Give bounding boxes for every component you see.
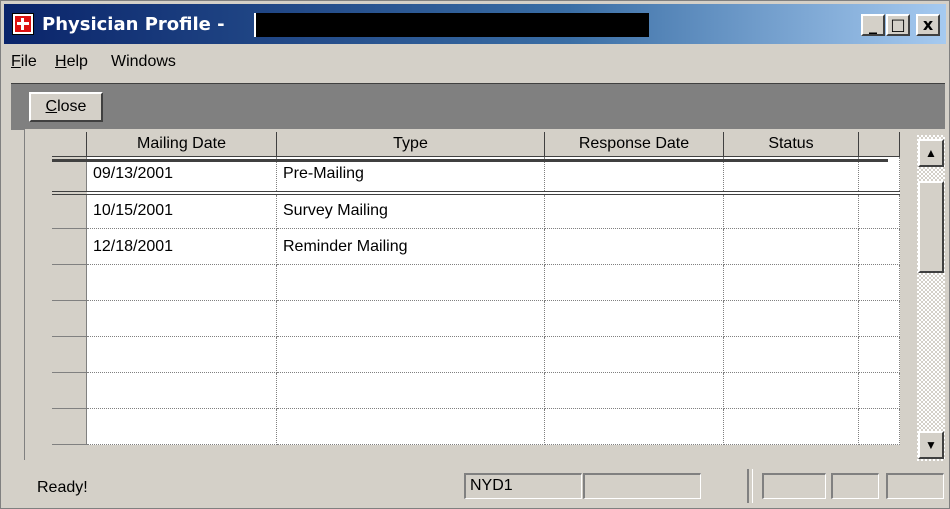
response-date-cell[interactable] xyxy=(544,336,724,373)
mailing-date-cell[interactable] xyxy=(86,336,277,373)
row-selector[interactable] xyxy=(52,300,87,337)
type-cell[interactable] xyxy=(276,372,545,409)
row-selector[interactable] xyxy=(52,192,87,229)
status-cell[interactable] xyxy=(723,408,859,445)
column-header-extra xyxy=(858,132,900,157)
status-panel-4 xyxy=(831,473,879,499)
scroll-up-arrow-icon[interactable]: ▲ xyxy=(918,139,944,167)
status-cell[interactable] xyxy=(723,300,859,337)
status-divider xyxy=(747,469,753,503)
type-cell[interactable] xyxy=(276,408,545,445)
scroll-down-arrow-icon[interactable]: ▼ xyxy=(918,431,944,459)
table-header-row: Mailing Date Type Response Date Status xyxy=(52,132,900,157)
row-selector[interactable] xyxy=(52,264,87,301)
status-panel-server: NYD1 xyxy=(464,473,582,499)
extra-cell xyxy=(858,192,900,229)
type-cell[interactable] xyxy=(276,264,545,301)
mailing-date-cell[interactable]: 10/15/2001 xyxy=(86,192,277,229)
extra-cell xyxy=(858,300,900,337)
table-row[interactable] xyxy=(52,264,900,301)
status-panel-2 xyxy=(583,473,701,499)
close-window-button[interactable]: x xyxy=(916,14,940,36)
response-date-cell[interactable] xyxy=(544,300,724,337)
minimize-button[interactable]: _ xyxy=(861,14,885,36)
menu-bar: File Help Windows xyxy=(4,45,946,81)
type-cell[interactable] xyxy=(276,336,545,373)
window-title: Physician Profile - xyxy=(42,14,225,35)
response-date-cell[interactable] xyxy=(544,408,724,445)
response-date-cell[interactable] xyxy=(544,192,724,229)
status-panel-5 xyxy=(886,473,944,499)
extra-cell xyxy=(858,336,900,373)
response-date-cell[interactable] xyxy=(544,372,724,409)
extra-cell xyxy=(858,228,900,265)
column-header-response-date[interactable]: Response Date xyxy=(544,132,724,157)
title-bar[interactable]: Physician Profile - _ □ x xyxy=(4,4,946,44)
mailing-grid: Mailing Date Type Response Date Status 0… xyxy=(24,129,946,460)
mailing-date-cell[interactable] xyxy=(86,408,277,445)
table-row[interactable] xyxy=(52,408,900,445)
app-window: Physician Profile - _ □ x File Help Wind… xyxy=(0,0,950,509)
column-header-mailing-date[interactable]: Mailing Date xyxy=(86,132,277,157)
type-cell[interactable] xyxy=(276,300,545,337)
status-panel-3 xyxy=(762,473,826,499)
type-cell[interactable]: Reminder Mailing xyxy=(276,228,545,265)
column-header-status[interactable]: Status xyxy=(723,132,859,157)
redacted-title-block xyxy=(254,13,649,37)
table-row[interactable]: 10/15/2001 Survey Mailing xyxy=(52,192,900,229)
row-selector-header[interactable] xyxy=(52,132,87,157)
type-cell[interactable]: Survey Mailing xyxy=(276,192,545,229)
extra-cell xyxy=(858,372,900,409)
table-row[interactable] xyxy=(52,336,900,373)
close-button[interactable]: Close xyxy=(29,92,103,122)
mailing-date-cell[interactable]: 12/18/2001 xyxy=(86,228,277,265)
status-cell[interactable] xyxy=(723,264,859,301)
response-date-cell[interactable] xyxy=(544,264,724,301)
table-row[interactable] xyxy=(52,300,900,337)
table-row[interactable] xyxy=(52,372,900,409)
maximize-button[interactable]: □ xyxy=(886,14,910,36)
mailing-date-cell[interactable] xyxy=(86,264,277,301)
scroll-thumb[interactable] xyxy=(918,181,944,273)
table-row[interactable]: 12/18/2001 Reminder Mailing xyxy=(52,228,900,265)
vertical-scrollbar[interactable]: ▲ ▼ xyxy=(916,135,945,461)
mailing-date-cell[interactable] xyxy=(86,300,277,337)
toolbar: Close xyxy=(11,83,945,130)
row-selector[interactable] xyxy=(52,228,87,265)
menu-help[interactable]: Help xyxy=(55,53,88,71)
app-medical-cross-icon[interactable] xyxy=(12,13,34,35)
extra-cell xyxy=(858,408,900,445)
status-cell[interactable] xyxy=(723,336,859,373)
row-selector[interactable] xyxy=(52,408,87,445)
status-cell[interactable] xyxy=(723,372,859,409)
extra-cell xyxy=(858,264,900,301)
status-cell[interactable] xyxy=(723,228,859,265)
menu-file[interactable]: File xyxy=(11,53,37,71)
mailing-table: Mailing Date Type Response Date Status 0… xyxy=(52,132,900,445)
column-header-type[interactable]: Type xyxy=(276,132,545,157)
mailing-date-cell[interactable] xyxy=(86,372,277,409)
status-text: Ready! xyxy=(37,479,88,496)
row-selector[interactable] xyxy=(52,336,87,373)
row-selector[interactable] xyxy=(52,372,87,409)
menu-windows[interactable]: Windows xyxy=(111,53,176,71)
response-date-cell[interactable] xyxy=(544,228,724,265)
status-cell[interactable] xyxy=(723,192,859,229)
status-bar: Ready! NYD1 xyxy=(4,467,946,505)
header-separator xyxy=(52,159,888,162)
